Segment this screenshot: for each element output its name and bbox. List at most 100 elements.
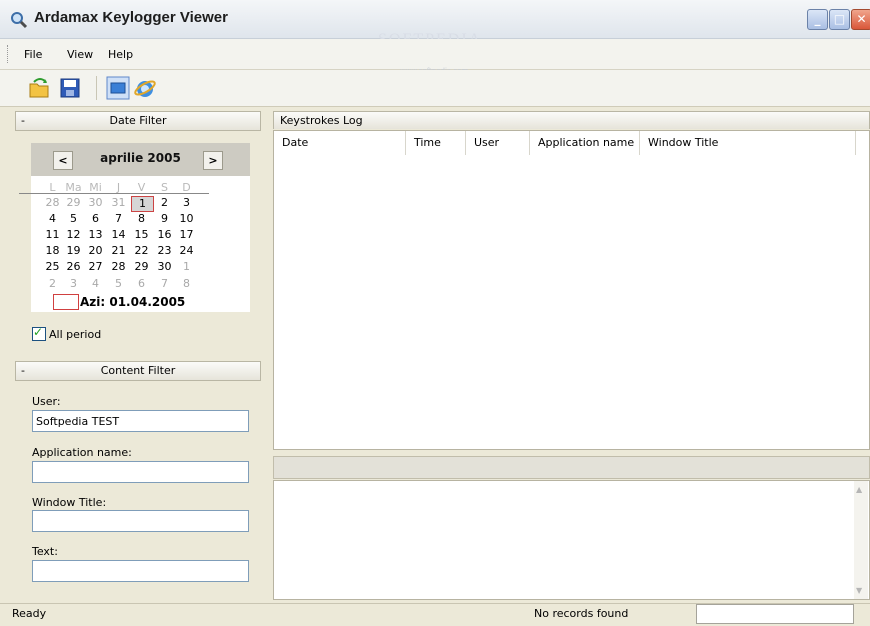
window-title-label: Window Title:: [32, 496, 107, 509]
calendar-day[interactable]: 9: [154, 212, 175, 225]
calendar-day[interactable]: 24: [176, 244, 197, 257]
calendar-day[interactable]: 19: [63, 244, 84, 257]
close-icon: ✕: [856, 12, 867, 26]
calendar-day[interactable]: 6: [85, 212, 106, 225]
scroll-down-icon[interactable]: ▼: [856, 586, 866, 595]
close-button[interactable]: ✕: [851, 9, 870, 30]
status-ready: Ready: [12, 607, 47, 620]
menu-help[interactable]: Help: [108, 48, 133, 61]
calendar-day[interactable]: 28: [42, 196, 63, 209]
menu-grip: [7, 45, 10, 63]
calendar-day[interactable]: 31: [108, 196, 129, 209]
keystrokes-log-title: Keystrokes Log: [280, 114, 363, 127]
calendar-day[interactable]: 3: [176, 196, 197, 209]
calendar-day[interactable]: 11: [42, 228, 63, 241]
calendar-day[interactable]: 8: [176, 277, 197, 290]
application-name-label: Application name:: [32, 446, 132, 459]
maximize-button[interactable]: □: [829, 9, 850, 30]
calendar-next-button[interactable]: >: [203, 151, 223, 170]
user-field[interactable]: Softpedia TEST: [32, 410, 249, 432]
keystrokes-detail-area[interactable]: ▲ ▼: [273, 480, 870, 600]
calendar-weekday: S: [161, 181, 168, 194]
menu-view[interactable]: View: [67, 48, 93, 61]
calendar-day[interactable]: 8: [131, 212, 152, 225]
calendar-day[interactable]: 16: [154, 228, 175, 241]
calendar-day[interactable]: 2: [154, 196, 175, 209]
calendar-day[interactable]: 4: [42, 212, 63, 225]
column-header-time[interactable]: Time: [406, 131, 466, 155]
open-folder-icon[interactable]: [28, 76, 52, 100]
calendar-weekday: J: [116, 181, 121, 194]
calendar-day[interactable]: 28: [108, 260, 129, 273]
calendar-day[interactable]: 17: [176, 228, 197, 241]
calendar-day[interactable]: 25: [42, 260, 63, 273]
calendar-day[interactable]: 3: [63, 277, 84, 290]
column-header-user[interactable]: User: [466, 131, 530, 155]
window-title-field[interactable]: [32, 510, 249, 532]
title-bar: Ardamax Keylogger Viewer SOFTPEDIA _ □ ✕: [0, 0, 870, 48]
keystrokes-log-tab[interactable]: Keystrokes Log: [273, 111, 870, 129]
calendar-day[interactable]: 4: [85, 277, 106, 290]
today-marker: [53, 294, 79, 310]
menu-file[interactable]: File: [24, 48, 42, 61]
toolbar-separator: [96, 76, 97, 100]
calendar-day[interactable]: 29: [131, 260, 152, 273]
calendar-weekday: D: [182, 181, 191, 194]
calendar-day[interactable]: 23: [154, 244, 175, 257]
scroll-up-icon[interactable]: ▲: [856, 485, 866, 494]
calendar-day[interactable]: 22: [131, 244, 152, 257]
column-header-application-name[interactable]: Application name: [530, 131, 640, 155]
text-label: Text:: [32, 545, 58, 558]
calendar-day[interactable]: 21: [108, 244, 129, 257]
calendar-day[interactable]: 7: [108, 212, 129, 225]
calendar-day[interactable]: 30: [154, 260, 175, 273]
calendar-day[interactable]: 5: [63, 212, 84, 225]
calendar-day[interactable]: 14: [108, 228, 129, 241]
calendar-day[interactable]: 13: [85, 228, 106, 241]
display-icon[interactable]: [106, 76, 130, 100]
detail-scrollbar[interactable]: ▲ ▼: [854, 481, 868, 599]
detail-splitter[interactable]: [273, 456, 870, 479]
internet-explorer-icon[interactable]: [133, 76, 157, 100]
calendar-day[interactable]: 2: [42, 277, 63, 290]
magnifier-icon: [11, 12, 28, 29]
toolbar: [0, 70, 870, 107]
calendar-day[interactable]: 30: [85, 196, 106, 209]
date-filter-collapse-icon[interactable]: -: [21, 112, 25, 130]
content-filter-collapse-icon[interactable]: -: [21, 362, 25, 380]
calendar-day[interactable]: 6: [131, 277, 152, 290]
calendar-weekday: L: [49, 181, 56, 194]
window-title: Ardamax Keylogger Viewer: [34, 9, 228, 26]
calendar-day[interactable]: 5: [108, 277, 129, 290]
text-field[interactable]: [32, 560, 249, 582]
column-header-window-title[interactable]: Window Title: [640, 131, 856, 155]
all-period-label[interactable]: All period: [49, 328, 101, 341]
menu-bar: File View Help: [0, 39, 870, 70]
keystrokes-table[interactable]: Date Time User Application name Window T…: [273, 130, 870, 450]
save-disk-icon[interactable]: [58, 76, 82, 100]
calendar-weekday: Ma: [65, 181, 82, 194]
calendar-day[interactable]: 12: [63, 228, 84, 241]
column-header-date[interactable]: Date: [274, 131, 406, 155]
calendar-day[interactable]: 29: [63, 196, 84, 209]
calendar-day[interactable]: 15: [131, 228, 152, 241]
calendar-day[interactable]: 26: [63, 260, 84, 273]
calendar-day[interactable]: 1: [131, 196, 154, 212]
calendar-day[interactable]: 18: [42, 244, 63, 257]
minimize-button[interactable]: _: [807, 9, 828, 30]
all-period-checkbox[interactable]: ✓: [32, 325, 46, 341]
calendar-day[interactable]: 1: [176, 260, 197, 273]
calendar-day[interactable]: 27: [85, 260, 106, 273]
application-name-field[interactable]: [32, 461, 249, 483]
today-label[interactable]: Azi: 01.04.2005: [80, 295, 185, 309]
check-mark-icon: ✓: [33, 325, 44, 339]
content-filter-header[interactable]: - Content Filter: [15, 361, 261, 381]
calendar-day[interactable]: 10: [176, 212, 197, 225]
status-record-count: No records found: [534, 607, 629, 620]
date-filter-title: Date Filter: [109, 114, 167, 127]
calendar-day[interactable]: 7: [154, 277, 175, 290]
status-extra-panel: [696, 604, 854, 624]
calendar-header: < aprilie 2005 >: [31, 143, 250, 176]
calendar-day[interactable]: 20: [85, 244, 106, 257]
date-filter-header[interactable]: - Date Filter: [15, 111, 261, 131]
